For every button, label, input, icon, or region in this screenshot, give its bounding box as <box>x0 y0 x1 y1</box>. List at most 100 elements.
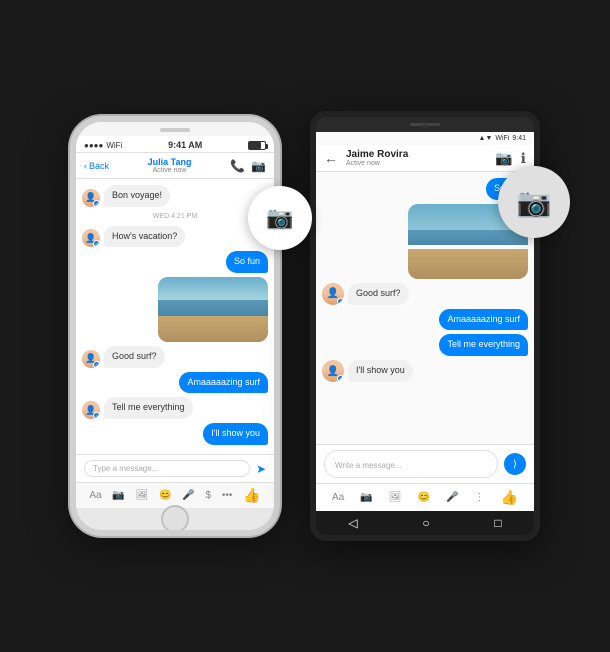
iphone-signal: ●●●● WiFi <box>84 141 122 150</box>
android-status-bar: ▲▼ WiFi 9:41 <box>316 132 534 145</box>
android-contact-info: Jaime Rovira Active now <box>346 149 487 167</box>
iphone-video-call-bubble[interactable]: 📷 <box>248 186 312 250</box>
message-row: So fun <box>322 178 528 200</box>
message-text: How's vacation? <box>112 231 177 241</box>
android-more-icon[interactable]: ⋮ <box>474 492 484 503</box>
message-row: So fun <box>82 251 268 273</box>
android-like-button[interactable]: 👍 <box>501 489 518 506</box>
android-toolbar: Aa 📷 🖼 😊 🎤 ⋮ 👍 <box>316 483 534 511</box>
android-status-right: ▲▼ WiFi 9:41 <box>479 135 526 142</box>
android-send-button[interactable]: ⟩ <box>504 453 526 475</box>
message-row: 👤 ✓ Tell me everything <box>82 397 268 419</box>
android-active-status: Active now <box>346 160 487 167</box>
message-bubble: Bon voyage! <box>104 185 170 207</box>
input-placeholder: Type a message... <box>93 464 158 473</box>
message-row: 👤 ✓ Good surf? <box>322 283 528 305</box>
iphone-top-area <box>76 122 274 136</box>
android-wifi-icon: WiFi <box>495 135 509 142</box>
chevron-left-icon: ‹ <box>84 161 87 171</box>
message-text: Bon voyage! <box>112 190 162 200</box>
photo-icon[interactable]: 🖼 <box>136 490 149 501</box>
message-bubble: Good surf? <box>104 346 165 368</box>
iphone-input-bar: Type a message... ➤ <box>76 454 274 482</box>
keyboard-icon[interactable]: Aa <box>89 490 101 501</box>
android-time: 9:41 <box>512 135 526 142</box>
android-top-area <box>316 117 534 132</box>
android-video-icon[interactable]: 📷 <box>495 150 512 167</box>
android-device: ▲▼ WiFi 9:41 ← Jaime Rovira Active now 📷… <box>310 111 540 541</box>
android-mic-icon[interactable]: 🎤 <box>446 492 458 503</box>
android-photo-icon[interactable]: 🖼 <box>389 492 402 503</box>
camera-icon[interactable]: 📷 <box>112 490 124 501</box>
iphone: ●●●● WiFi 9:41 AM ‹ Back Julia Tang Acti… <box>70 116 280 536</box>
iphone-contact-info: Julia Tang Active now <box>148 157 192 174</box>
video-call-icon[interactable]: 📷 <box>251 159 266 173</box>
android-bottom-nav: ◁ ○ □ <box>316 511 534 535</box>
message-row: Amaaaaazing surf <box>322 309 528 331</box>
iphone-home-button[interactable] <box>161 505 189 533</box>
message-row: I'll show you ● <box>82 423 268 445</box>
iphone-chat-area: 👤 ✓ Bon voyage! WED 4:21 PM 👤 ✓ <box>76 179 274 454</box>
android-emoji-icon[interactable]: 😊 <box>418 492 430 503</box>
iphone-speaker <box>160 128 190 132</box>
iphone-status-bar: ●●●● WiFi 9:41 AM <box>76 136 274 153</box>
verified-badge: ✓ <box>93 361 100 368</box>
send-button[interactable]: ➤ <box>256 462 266 476</box>
like-button[interactable]: 👍 <box>243 487 260 504</box>
iphone-battery <box>248 141 266 150</box>
message-text: Good surf? <box>112 351 157 361</box>
verified-badge: ✓ <box>93 240 100 247</box>
android-camera-icon[interactable]: 📷 <box>360 492 372 503</box>
dollar-icon[interactable]: $ <box>206 490 212 501</box>
phone-icon[interactable]: 📞 <box>230 159 245 173</box>
devices-container: ●●●● WiFi 9:41 AM ‹ Back Julia Tang Acti… <box>50 91 560 561</box>
beach-water <box>408 230 528 245</box>
android-recents-nav[interactable]: □ <box>494 516 501 530</box>
android-home-nav[interactable]: ○ <box>422 516 429 530</box>
message-bubble: I'll show you ● <box>203 423 268 445</box>
iphone-message-input[interactable]: Type a message... <box>84 460 250 477</box>
back-label: Back <box>89 161 109 171</box>
message-text: Tell me everything <box>112 402 185 412</box>
mic-icon[interactable]: 🎤 <box>182 490 194 501</box>
avatar: 👤 ✓ <box>322 283 344 305</box>
iphone-battery-fill <box>249 142 261 149</box>
avatar: 👤 ✓ <box>322 360 344 382</box>
iphone-nav-bar: ‹ Back Julia Tang Active now 📞 📷 <box>76 153 274 179</box>
android-signal-icon: ▲▼ <box>479 135 493 142</box>
message-bubble: Amaaaaazing surf <box>439 309 528 331</box>
message-text: I'll show you <box>356 365 405 375</box>
iphone-active-status: Active now <box>148 167 192 174</box>
message-text: So fun <box>234 256 260 266</box>
android-nav-bar: ← Jaime Rovira Active now 📷 ℹ <box>316 145 534 172</box>
android-back-button[interactable]: ← <box>324 150 338 166</box>
message-bubble: Tell me everything <box>104 397 193 419</box>
android-back-nav[interactable]: ◁ <box>348 516 357 530</box>
message-bubble: Good surf? <box>348 283 409 305</box>
android-contact-name: Jaime Rovira <box>346 149 487 160</box>
verified-badge: ✓ <box>337 298 344 305</box>
android-info-icon[interactable]: ℹ <box>521 150 526 167</box>
message-bubble: So fun <box>226 251 268 273</box>
more-icon[interactable]: ••• <box>222 490 233 501</box>
android-video-call-bubble[interactable]: 📷 <box>498 166 570 238</box>
message-text: Good surf? <box>356 288 401 298</box>
message-bubble: I'll show you <box>348 360 413 382</box>
message-row: 👤 ✓ Good surf? <box>82 346 268 368</box>
verified-badge: ✓ <box>337 375 344 382</box>
message-text: Amaaaaazing surf <box>447 314 520 324</box>
message-bubble: How's vacation? <box>104 226 185 248</box>
iphone-back-button[interactable]: ‹ Back <box>84 161 109 171</box>
emoji-icon[interactable]: 😊 <box>159 490 171 501</box>
wifi-icon: WiFi <box>106 141 122 150</box>
signal-icon: ●●●● <box>84 141 103 150</box>
android-nav-icons: 📷 ℹ <box>495 150 526 167</box>
iphone-home-area <box>76 508 274 530</box>
video-call-bubble-icon: 📷 <box>266 205 293 231</box>
iphone-contact-name: Julia Tang <box>148 157 192 167</box>
image-row <box>82 277 268 342</box>
beach-image <box>158 277 268 342</box>
avatar: 👤 ✓ <box>82 229 100 247</box>
android-keyboard-icon[interactable]: Aa <box>332 492 344 503</box>
android-message-input[interactable]: Write a message... <box>335 461 402 470</box>
